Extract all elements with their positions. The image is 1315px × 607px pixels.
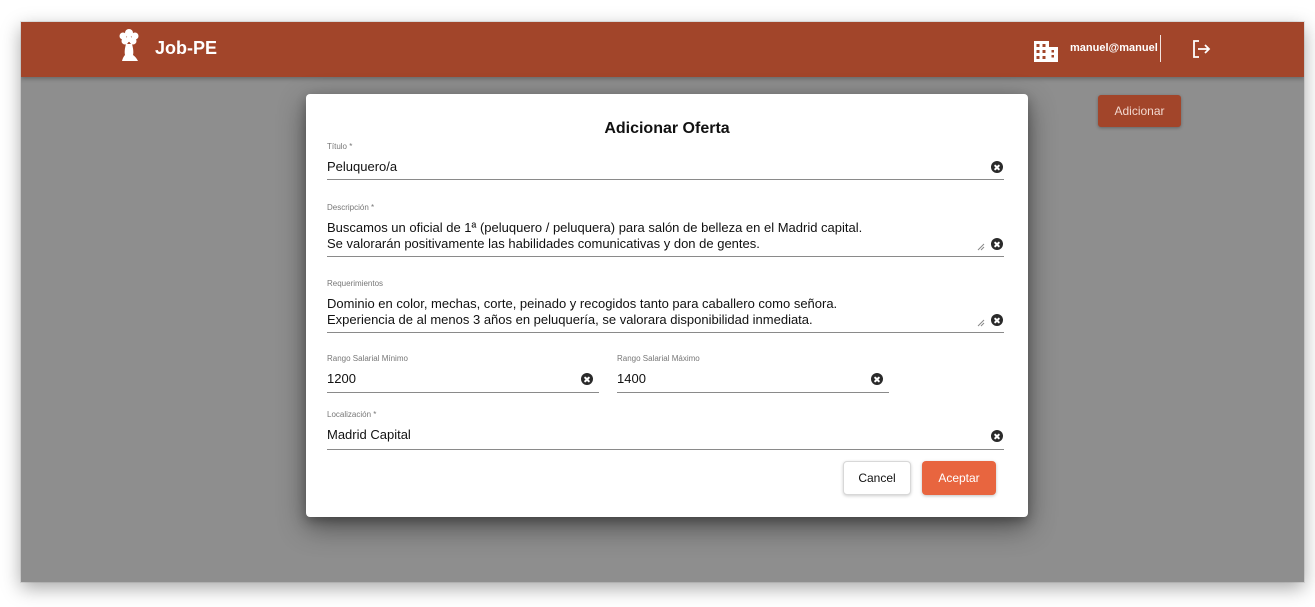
dialog-title: Adicionar Oferta [604, 120, 730, 137]
user-email[interactable]: manuel@manuel [1070, 42, 1158, 54]
resize-handle-icon[interactable] [977, 243, 985, 251]
accept-button[interactable]: Aceptar [922, 461, 996, 495]
salary-min-input[interactable]: 1200 [327, 371, 356, 386]
description-field[interactable]: Descripción * Buscamos un oficial de 1ª … [327, 203, 1004, 257]
salary-min-underline [327, 392, 599, 393]
clear-description-icon[interactable] [991, 238, 1003, 250]
location-underline [327, 449, 1004, 450]
header-divider [1160, 35, 1161, 62]
requirements-underline [327, 332, 1004, 333]
clear-requirements-icon[interactable] [991, 314, 1003, 326]
salary-max-label: Rango Salarial Máximo [617, 354, 700, 363]
add-offer-dialog: Adicionar Oferta Título * Peluquero/a De… [306, 94, 1028, 517]
logout-icon[interactable] [1190, 38, 1212, 60]
title-field[interactable]: Título * Peluquero/a [327, 142, 1004, 180]
location-field[interactable]: Localización * Madrid Capital [327, 410, 1004, 450]
description-label: Descripción * [327, 203, 375, 212]
title-label: Título * [327, 142, 353, 151]
add-offer-button[interactable]: Adicionar [1098, 95, 1181, 127]
tree-head-logo-icon [119, 29, 139, 61]
requirements-label: Requerimientos [327, 279, 384, 288]
salary-max-underline [617, 392, 889, 393]
clear-title-icon[interactable] [991, 161, 1003, 173]
title-input[interactable]: Peluquero/a [327, 159, 397, 174]
location-input[interactable]: Madrid Capital [327, 427, 411, 442]
requirements-line-2[interactable]: Experiencia de al menos 3 años en peluqu… [327, 312, 813, 327]
cancel-button[interactable]: Cancel [843, 461, 911, 495]
description-underline [327, 256, 1004, 257]
clear-salary-max-icon[interactable] [871, 373, 883, 385]
requirements-line-1[interactable]: Dominio en color, mechas, corte, peinado… [327, 296, 837, 311]
salary-min-label: Rango Salarial Mínimo [327, 354, 408, 363]
salary-max-input[interactable]: 1400 [617, 371, 646, 386]
clear-salary-min-icon[interactable] [581, 373, 593, 385]
app-window: Job-PE manuel@manuel Adicionar Adicionar… [21, 22, 1304, 582]
description-line-2[interactable]: Se valorarán positivamente las habilidad… [327, 236, 760, 251]
brand-name[interactable]: Job-PE [155, 38, 217, 59]
salary-min-field[interactable]: Rango Salarial Mínimo 1200 [327, 354, 599, 393]
resize-handle-icon[interactable] [977, 319, 985, 327]
building-icon[interactable] [1033, 39, 1059, 63]
title-underline [327, 179, 1004, 180]
requirements-field[interactable]: Requerimientos Dominio en color, mechas,… [327, 279, 1004, 333]
description-line-1[interactable]: Buscamos un oficial de 1ª (peluquero / p… [327, 220, 862, 235]
location-label: Localización * [327, 410, 377, 419]
clear-location-icon[interactable] [991, 430, 1003, 442]
salary-max-field[interactable]: Rango Salarial Máximo 1400 [617, 354, 889, 393]
top-bar: Job-PE manuel@manuel [21, 22, 1304, 77]
